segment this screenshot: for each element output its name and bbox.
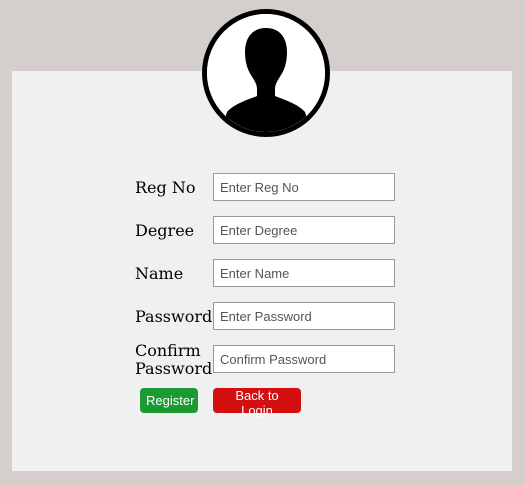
confirm-password-input[interactable] <box>213 345 395 373</box>
name-label: Name <box>135 264 184 283</box>
degree-input[interactable] <box>213 216 395 244</box>
password-input[interactable] <box>213 302 395 330</box>
register-button[interactable]: Register <box>140 388 198 413</box>
reg-no-label: Reg No <box>135 178 196 197</box>
reg-no-input[interactable] <box>213 173 395 201</box>
confirm-password-label-line2: Password <box>135 359 213 378</box>
user-avatar-icon <box>202 9 330 137</box>
password-label: Password <box>135 307 213 326</box>
degree-label: Degree <box>135 221 195 240</box>
confirm-password-label-line1: Confirm <box>135 341 201 360</box>
back-to-login-button[interactable]: Back to Login <box>213 388 301 418</box>
name-input[interactable] <box>213 259 395 287</box>
user-silhouette-icon <box>207 14 325 132</box>
